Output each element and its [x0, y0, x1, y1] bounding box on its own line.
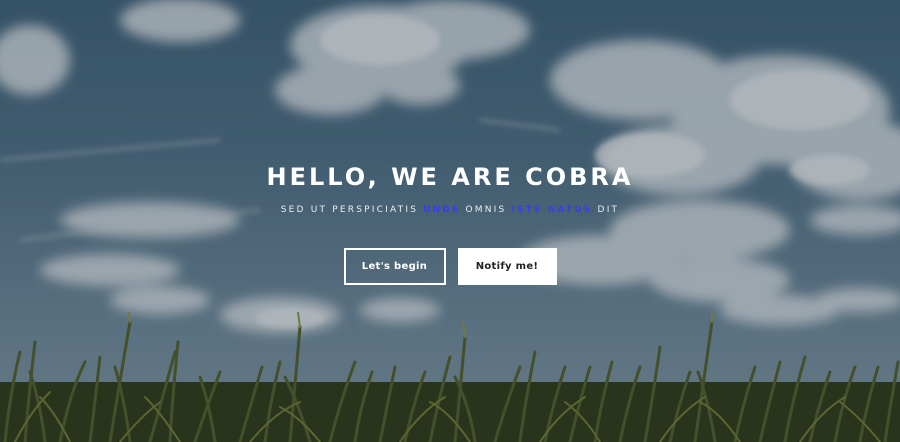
hero-subtitle: SED UT PERSPICIATIS UNDE OMNIS ISTE NATU…: [0, 204, 900, 216]
hero-buttons: Let's begin Notify me!: [0, 248, 900, 285]
hero-content: HELLO, WE ARE COBRA SED UT PERSPICIATIS …: [0, 160, 900, 285]
notify-me-button[interactable]: Notify me!: [457, 248, 557, 285]
lets-begin-button[interactable]: Let's begin: [343, 248, 446, 285]
subtitle-text-1: SED UT PERSPICIATIS: [280, 205, 424, 215]
subtitle-text-2: OMNIS: [460, 205, 512, 215]
subtitle-highlight-1: UNDE: [423, 205, 461, 215]
hero-title: HELLO, WE ARE COBRA: [266, 163, 634, 191]
subtitle-text-3: DIT: [592, 205, 620, 215]
subtitle-highlight-2: ISTE NATUS: [511, 205, 593, 215]
hero-section: HELLO, WE ARE COBRA SED UT PERSPICIATIS …: [0, 0, 900, 442]
